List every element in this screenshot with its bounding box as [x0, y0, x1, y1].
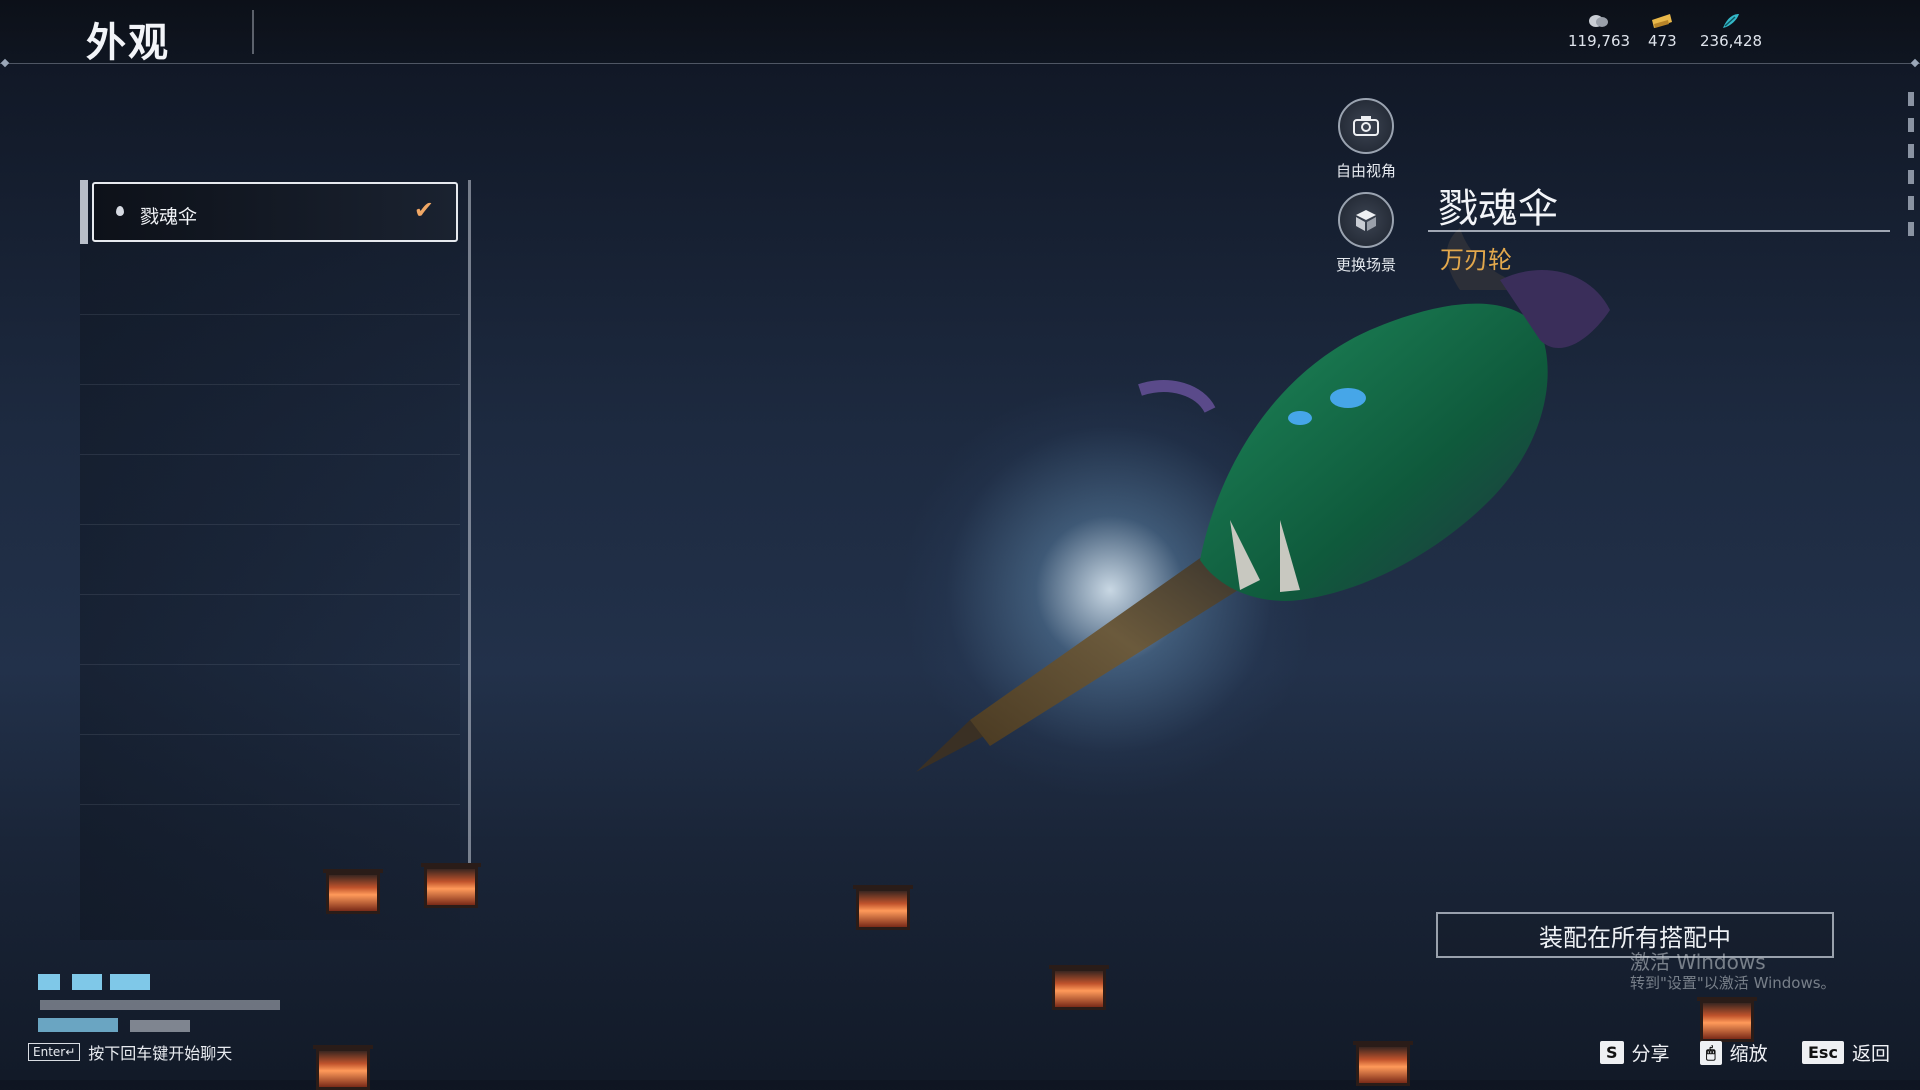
share-label: 分享: [1631, 1043, 1670, 1065]
enter-key: Enter↵: [28, 1043, 81, 1061]
gold-ticket-icon: [1652, 14, 1673, 28]
pixelated-chat: [72, 974, 102, 990]
back-label: 返回: [1851, 1043, 1890, 1065]
title-divider: [252, 10, 254, 54]
camera-icon: [1338, 98, 1394, 154]
page-title: 外观: [86, 20, 170, 66]
currency-jade: 236,428: [1700, 12, 1762, 50]
pixelated-chat: [38, 1018, 118, 1032]
drop-icon: [116, 206, 124, 216]
top-divider: [0, 63, 1920, 64]
weapon-name-underline: [1428, 230, 1890, 232]
share-hint[interactable]: S 分享: [1600, 1039, 1670, 1066]
free-camera-label: 自由视角: [1335, 162, 1396, 180]
skin-list-panel: 戮魂伞 ✔: [80, 180, 471, 940]
pixelated-chat: [38, 974, 60, 990]
currency-tickets: 473: [1648, 12, 1677, 50]
free-camera-button[interactable]: 自由视角: [1318, 98, 1414, 181]
lantern: [313, 1045, 373, 1090]
list-scrollbar[interactable]: [468, 180, 471, 868]
jade-feather-icon: [1723, 14, 1740, 28]
selection-marker: [80, 180, 88, 244]
list-slot-divider: [80, 524, 460, 525]
currency-coins-value: 119,763: [1568, 32, 1631, 50]
list-item-name: 戮魂伞: [140, 206, 198, 228]
list-slot-divider: [80, 594, 460, 595]
top-bar: [0, 0, 1920, 64]
weapon-name: 戮魂伞: [1438, 186, 1558, 232]
chat-hint-text: 按下回车键开始聊天: [88, 1044, 233, 1063]
pixelated-chat: [130, 1020, 190, 1032]
list-slot-divider: [80, 734, 460, 735]
lantern: [1697, 997, 1757, 1042]
list-slot-divider: [80, 804, 460, 805]
back-hint[interactable]: Esc 返回: [1802, 1039, 1890, 1066]
currency-coins: 119,763: [1568, 12, 1630, 50]
pixelated-chat: [40, 1000, 280, 1010]
lantern: [1049, 965, 1109, 1010]
lantern: [421, 863, 481, 908]
list-slot-divider: [80, 454, 460, 455]
lantern: [853, 885, 913, 930]
lantern: [323, 869, 383, 914]
scene-cube-icon: [1338, 192, 1394, 248]
zoom-label: 缩放: [1729, 1043, 1768, 1065]
windows-watermark-subtitle: 转到"设置"以激活 Windows。: [1630, 974, 1836, 992]
list-slot-divider: [80, 384, 460, 385]
pixelated-chat: [110, 974, 150, 990]
list-slot-divider: [80, 664, 460, 665]
checkmark-icon: ✔: [413, 196, 434, 224]
share-key: S: [1600, 1041, 1624, 1064]
windows-watermark-title: 激活 Windows: [1630, 950, 1766, 974]
esc-key: Esc: [1802, 1041, 1844, 1064]
list-item-selected[interactable]: 戮魂伞 ✔: [92, 182, 458, 242]
change-scene-label: 更换场景: [1335, 256, 1396, 274]
skin-list-background: [80, 180, 460, 940]
coin-stack-icon: [1589, 15, 1609, 27]
weapon-type: 万刃轮: [1440, 246, 1512, 274]
weapon-render: [916, 228, 1610, 772]
currency-jade-value: 236,428: [1700, 32, 1763, 50]
chat-hint: Enter↵ 按下回车键开始聊天: [28, 1040, 232, 1064]
list-slot-divider: [80, 314, 460, 315]
zoom-hint[interactable]: 🖱 缩放: [1700, 1039, 1768, 1066]
currency-tickets-value: 473: [1648, 32, 1677, 50]
change-scene-button[interactable]: 更换场景: [1318, 192, 1414, 275]
right-scroll-indicator[interactable]: [1908, 92, 1914, 272]
mouse-icon: 🖱: [1700, 1040, 1722, 1065]
